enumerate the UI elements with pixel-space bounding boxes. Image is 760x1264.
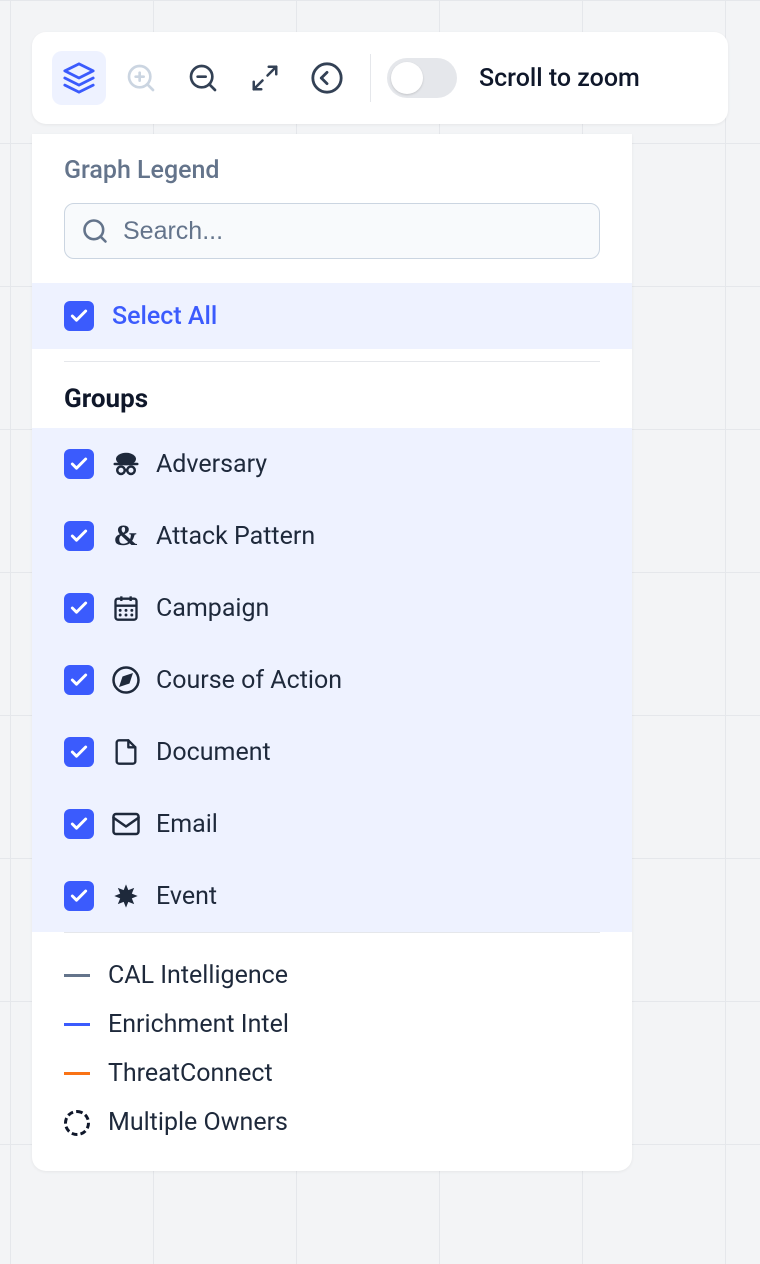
line-swatch (64, 1023, 90, 1026)
graph-legend-panel: Graph Legend Select All Groups Adversary… (32, 134, 632, 1171)
legend-multiple-owners: Multiple Owners (64, 1098, 600, 1147)
group-label: Course of Action (156, 666, 342, 695)
reset-button[interactable] (300, 51, 354, 105)
legend-title: Graph Legend (64, 156, 600, 185)
group-label: Attack Pattern (156, 522, 315, 551)
check-icon (69, 306, 89, 326)
group-item-campaign[interactable]: Campaign (32, 572, 632, 644)
search-icon (81, 217, 109, 245)
groups-header: Groups (32, 362, 632, 428)
group-checkbox[interactable] (64, 737, 94, 767)
zoom-in-icon (125, 62, 157, 94)
check-icon (69, 526, 89, 546)
reset-icon (310, 61, 344, 95)
legend-line-cal: CAL Intelligence (64, 951, 600, 1000)
group-label: Adversary (156, 450, 267, 479)
email-icon (108, 806, 144, 842)
group-item-attack-pattern[interactable]: & Attack Pattern (32, 500, 632, 572)
group-checkbox[interactable] (64, 521, 94, 551)
check-icon (69, 454, 89, 474)
group-checkbox[interactable] (64, 881, 94, 911)
select-all-checkbox[interactable] (64, 301, 94, 331)
line-swatch (64, 974, 90, 977)
legend-search[interactable] (64, 203, 600, 259)
toolbar-divider (370, 54, 371, 102)
select-all-row[interactable]: Select All (32, 283, 632, 349)
zoom-out-button[interactable] (176, 51, 230, 105)
multiple-owners-label: Multiple Owners (108, 1108, 288, 1137)
toggle-knob (391, 62, 423, 94)
document-icon (108, 734, 144, 770)
group-item-event[interactable]: Event (32, 860, 632, 932)
zoom-in-button[interactable] (114, 51, 168, 105)
group-checkbox[interactable] (64, 449, 94, 479)
fit-screen-button[interactable] (238, 51, 292, 105)
legend-lines: CAL Intelligence Enrichment Intel Threat… (32, 933, 632, 1147)
burst-icon (108, 878, 144, 914)
line-label: ThreatConnect (108, 1059, 273, 1088)
line-label: CAL Intelligence (108, 961, 288, 990)
maximize-icon (250, 63, 280, 93)
layers-button[interactable] (52, 51, 106, 105)
check-icon (69, 742, 89, 762)
legend-search-input[interactable] (123, 217, 583, 246)
line-swatch (64, 1072, 90, 1075)
attack-pattern-icon: & (108, 518, 144, 554)
graph-toolbar: Scroll to zoom (32, 32, 728, 124)
check-icon (69, 886, 89, 906)
dashed-circle-icon (64, 1110, 90, 1136)
zoom-out-icon (187, 62, 219, 94)
check-icon (69, 814, 89, 834)
check-icon (69, 670, 89, 690)
group-checkbox[interactable] (64, 665, 94, 695)
group-label: Event (156, 882, 217, 911)
group-checkbox[interactable] (64, 593, 94, 623)
group-item-email[interactable]: Email (32, 788, 632, 860)
legend-line-enrichment: Enrichment Intel (64, 1000, 600, 1049)
scroll-zoom-toggle[interactable] (387, 58, 457, 98)
legend-line-threatconnect: ThreatConnect (64, 1049, 600, 1098)
group-label: Email (156, 810, 218, 839)
group-item-document[interactable]: Document (32, 716, 632, 788)
group-label: Campaign (156, 594, 269, 623)
group-label: Document (156, 738, 271, 767)
check-icon (69, 598, 89, 618)
groups-list: Adversary & Attack Pattern Campaign Cour… (32, 428, 632, 932)
group-checkbox[interactable] (64, 809, 94, 839)
compass-icon (108, 662, 144, 698)
group-item-adversary[interactable]: Adversary (32, 428, 632, 500)
group-item-course-of-action[interactable]: Course of Action (32, 644, 632, 716)
scroll-zoom-label: Scroll to zoom (479, 64, 640, 93)
line-label: Enrichment Intel (108, 1010, 289, 1039)
layers-icon (62, 61, 96, 95)
calendar-icon (108, 590, 144, 626)
select-all-label: Select All (112, 302, 217, 331)
adversary-icon (108, 446, 144, 482)
